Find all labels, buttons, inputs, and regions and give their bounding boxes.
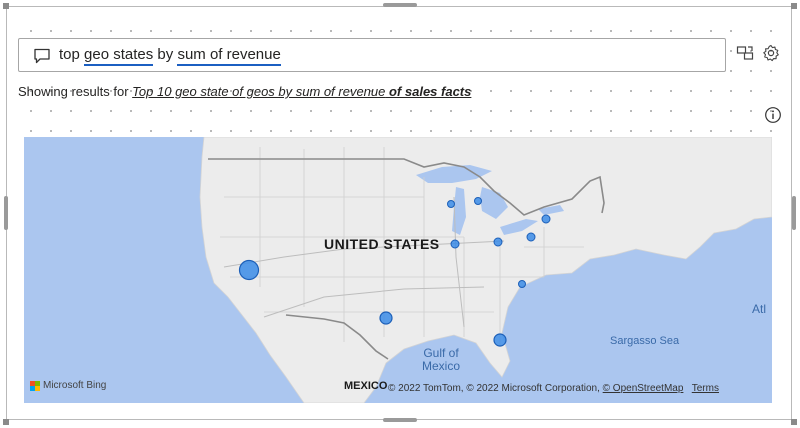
- interpreted-query-link[interactable]: Top 10 geo state of geos by sum of reven…: [132, 84, 385, 99]
- share-visual-icon[interactable]: [736, 44, 754, 62]
- label-united-states: UNITED STATES: [324, 236, 440, 252]
- map-canvas: [24, 137, 772, 403]
- settings-gear-icon[interactable]: [762, 44, 780, 62]
- info-icon[interactable]: [764, 106, 782, 124]
- bubble-north-carolina[interactable]: [518, 280, 526, 288]
- bing-brand-text: Microsoft Bing: [43, 380, 107, 391]
- copyright-text: © 2022 TomTom, © 2022 Microsoft Corporat…: [388, 383, 603, 394]
- bing-attribution: Microsoft Bing: [30, 380, 106, 391]
- qna-question-input[interactable]: top geo states by sum of revenue: [18, 38, 726, 72]
- resize-handle-top[interactable]: [383, 3, 417, 7]
- query-term-measure: sum of revenue: [177, 46, 281, 66]
- resize-handle-top-left[interactable]: [3, 3, 9, 9]
- label-gulf-line2: Mexico: [422, 359, 461, 373]
- chat-icon: [34, 48, 50, 64]
- results-prefix: Showing results for: [18, 84, 133, 99]
- bubble-michigan[interactable]: [474, 197, 482, 205]
- resize-handle-bottom-right[interactable]: [791, 419, 797, 425]
- bubble-new-york[interactable]: [541, 214, 551, 224]
- results-interpretation: Showing results for Top 10 geo state of …: [18, 84, 471, 99]
- query-word: top: [59, 46, 85, 63]
- label-mexico: MEXICO: [344, 380, 388, 392]
- bubble-pennsylvania[interactable]: [526, 232, 536, 242]
- label-sargasso-sea: Sargasso Sea: [610, 335, 680, 347]
- resize-handle-bottom-left[interactable]: [3, 419, 9, 425]
- bubble-texas[interactable]: [379, 311, 393, 325]
- resize-handle-right[interactable]: [792, 196, 796, 230]
- resize-handle-bottom[interactable]: [383, 418, 417, 422]
- label-atlantic: Atl: [752, 302, 767, 316]
- terms-link[interactable]: Terms: [692, 383, 719, 394]
- openstreetmap-link[interactable]: © OpenStreetMap: [603, 383, 684, 394]
- resize-handle-left[interactable]: [4, 196, 8, 230]
- bubble-minnesota[interactable]: [447, 200, 455, 208]
- microsoft-logo-icon: [30, 380, 40, 391]
- resize-handle-top-right[interactable]: [791, 3, 797, 9]
- query-term-field: geo states: [84, 46, 154, 66]
- bubble-florida[interactable]: [493, 333, 507, 347]
- bubble-california[interactable]: [238, 259, 260, 281]
- label-gulf-of-mexico: Gulf of Mexico: [422, 347, 460, 373]
- map-visual[interactable]: UNITED STATES Gulf of Mexico Sargasso Se…: [24, 137, 772, 403]
- question-text[interactable]: top geo states by sum of revenue: [59, 46, 281, 66]
- bubble-illinois[interactable]: [450, 239, 460, 249]
- map-copyright: © 2022 TomTom, © 2022 Microsoft Corporat…: [388, 383, 719, 394]
- query-word: by: [153, 46, 178, 63]
- bubble-ohio[interactable]: [493, 237, 503, 247]
- interpreted-query-table[interactable]: of sales facts: [385, 84, 471, 99]
